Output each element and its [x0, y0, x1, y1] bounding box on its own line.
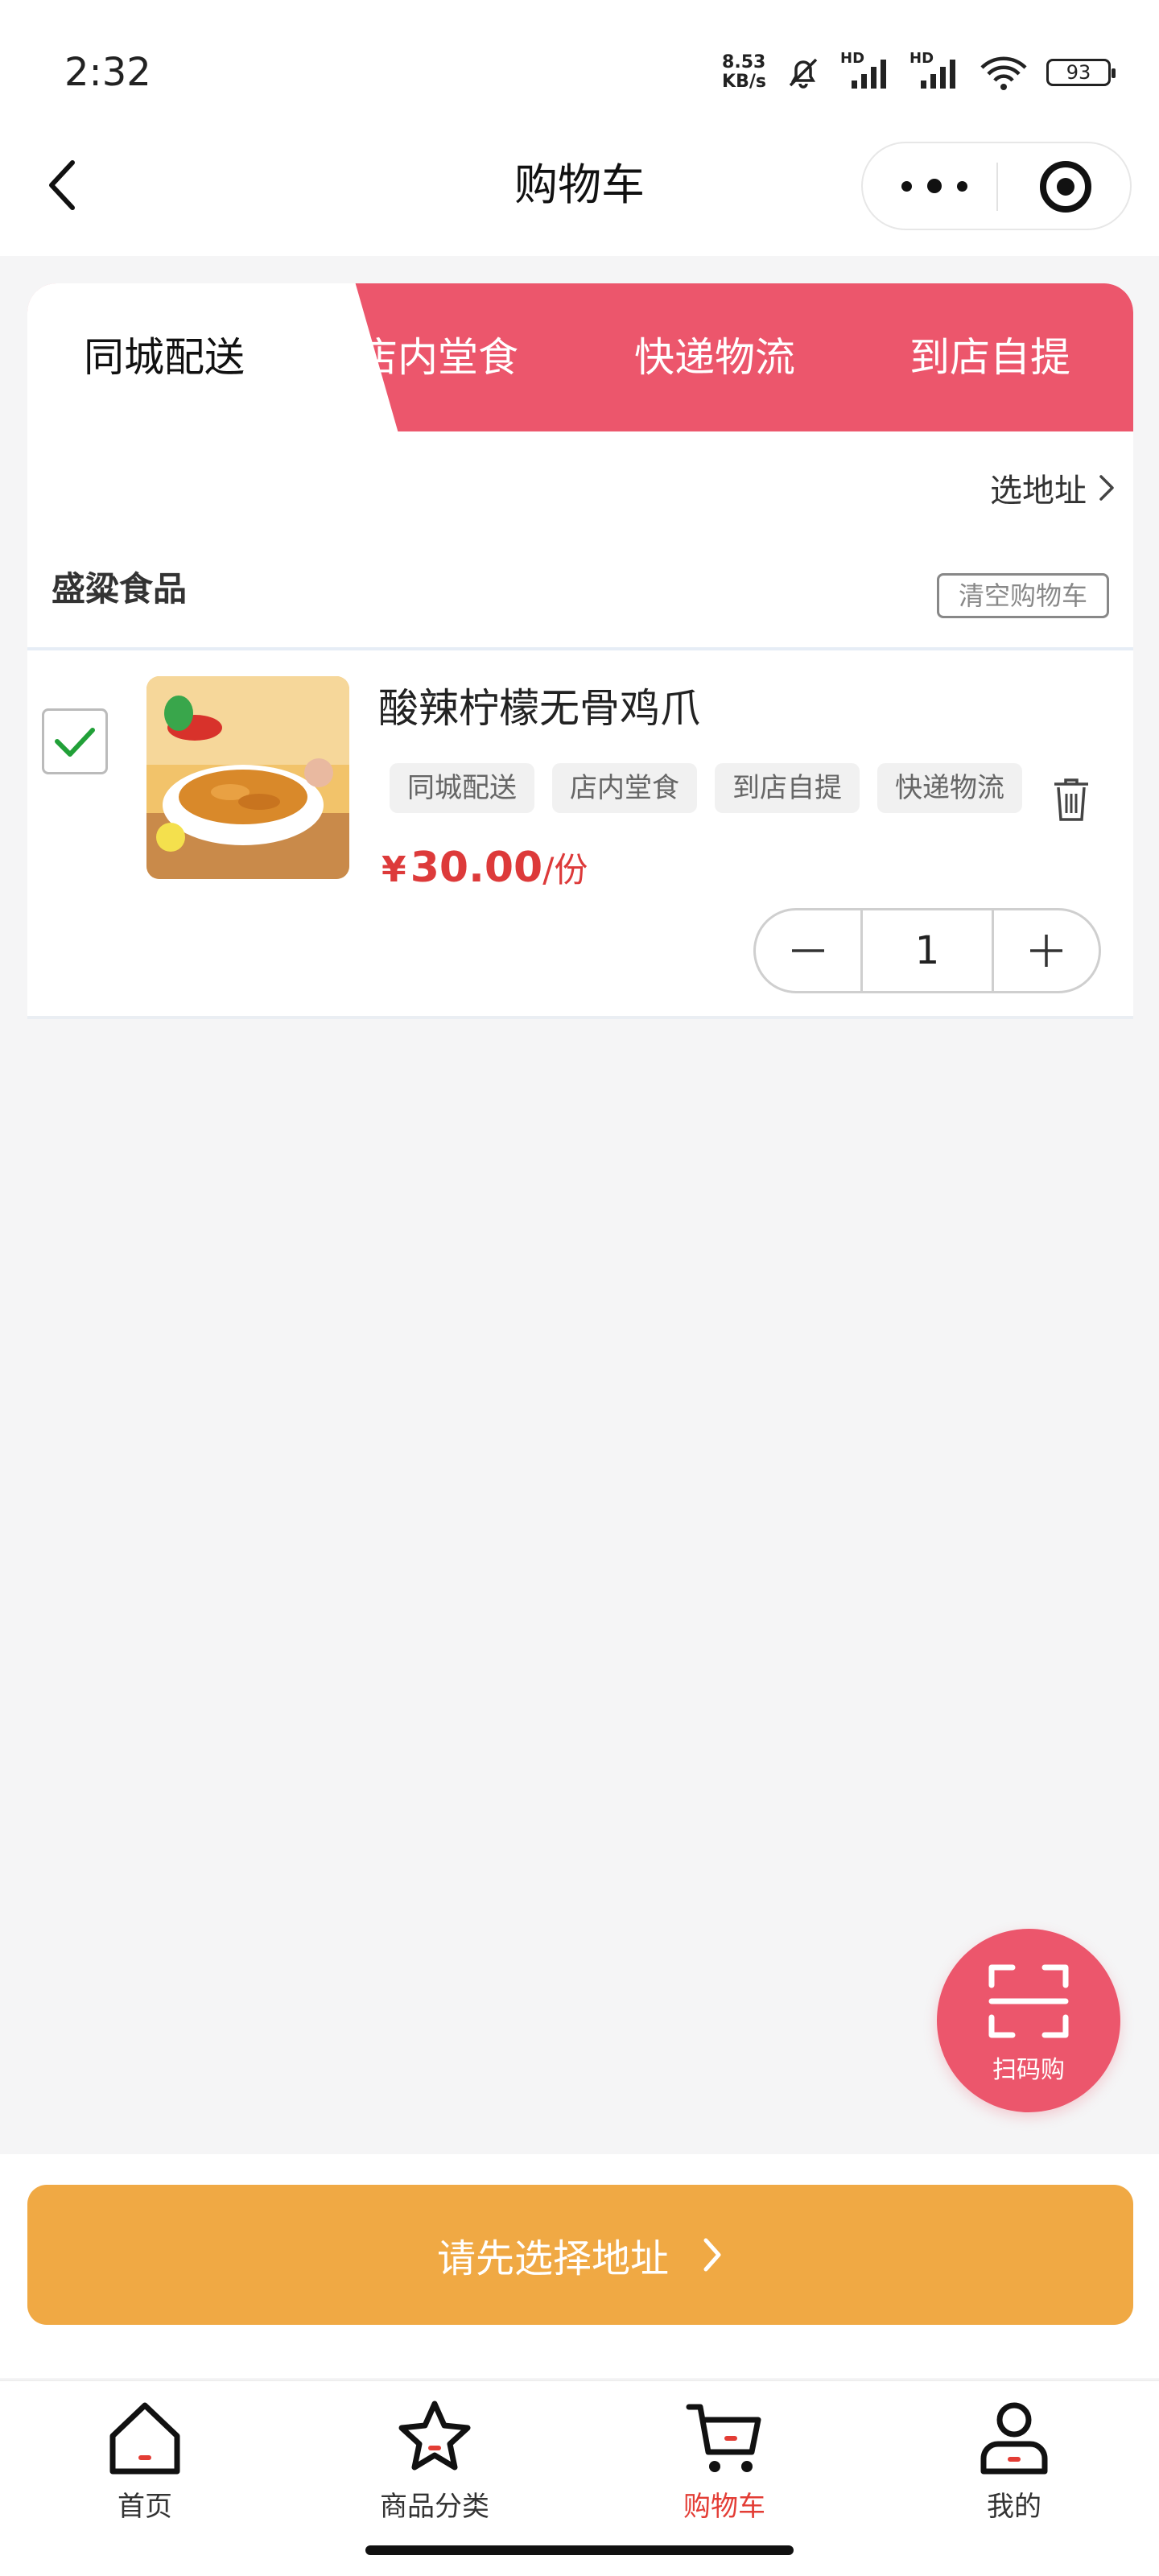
increase-button[interactable]: [994, 910, 1099, 991]
more-button[interactable]: [901, 167, 967, 204]
home-icon: [109, 2402, 180, 2475]
tabbar-label: 商品分类: [380, 2491, 489, 2523]
scan-to-buy-button[interactable]: 扫码购: [937, 1929, 1120, 2112]
clear-cart-button[interactable]: 清空购物车: [937, 573, 1109, 618]
tab-dine-in[interactable]: 店内堂食: [301, 325, 575, 390]
tab-express-shipping[interactable]: 快递物流: [578, 325, 852, 390]
tabbar-item-profile[interactable]: 我的: [918, 2396, 1111, 2557]
card-bottom-border: [27, 1016, 1133, 1019]
chevron-right-icon: [1099, 475, 1114, 501]
delete-item-button[interactable]: [1051, 776, 1091, 824]
plus-icon: [1030, 935, 1062, 967]
quantity-value[interactable]: 1: [860, 910, 994, 991]
divider: [27, 647, 1133, 650]
signal-hd-label: HD: [909, 50, 934, 67]
cart-card: 同城配送 店内堂食 快递物流 到店自提 选地址 盛粱食品 清空购物车 酸辣柠檬无…: [27, 283, 1133, 1019]
item-checkbox[interactable]: [42, 708, 108, 774]
more-dot: [927, 179, 942, 193]
minus-icon: [792, 949, 824, 952]
page-title: 购物车: [514, 159, 645, 210]
delivery-tag: 店内堂食: [552, 763, 697, 813]
chevron-left-icon: [49, 160, 75, 210]
select-address-first-label: 请先选择地址: [436, 2236, 669, 2281]
signal-icon-1: HD: [840, 50, 892, 92]
select-address-label: 选地址: [990, 473, 1087, 510]
product-image[interactable]: [146, 676, 349, 879]
checkmark-icon: [55, 728, 95, 757]
network-speed: 8.53 KB/s: [722, 53, 766, 92]
close-target-icon[interactable]: [1040, 161, 1091, 213]
star-icon: [398, 2401, 471, 2471]
quantity-stepper: 1: [753, 908, 1101, 993]
wifi-icon: [980, 56, 1027, 90]
status-icons: 8.53 KB/s HD HD 93: [722, 48, 1116, 97]
trash-icon: [1054, 778, 1088, 821]
more-dot: [901, 180, 912, 192]
signal-hd-label: HD: [840, 50, 865, 67]
delivery-tag: 到店自提: [715, 763, 860, 813]
mute-bell-icon: [789, 58, 818, 89]
checkout-bar: 请先选择地址: [0, 2154, 1159, 2378]
product-name: 酸辣柠檬无骨鸡爪: [378, 685, 700, 732]
scan-to-buy-label: 扫码购: [992, 2056, 1065, 2084]
delivery-tag: 同城配送: [390, 763, 534, 813]
network-speed-unit: KB/s: [722, 72, 766, 92]
tab-same-city-delivery[interactable]: 同城配送: [27, 325, 301, 390]
profile-icon: [980, 2402, 1048, 2475]
signal-icon-2: HD: [909, 50, 961, 92]
select-address-link[interactable]: 选地址: [990, 462, 1116, 514]
store-name: 盛粱食品: [52, 569, 188, 609]
price-unit: /份: [542, 850, 588, 890]
mini-program-capsule: [861, 142, 1132, 230]
tabbar-label: 购物车: [683, 2491, 765, 2523]
tabbar-item-home[interactable]: 首页: [48, 2396, 241, 2557]
scan-icon: [988, 1964, 1069, 2038]
back-button[interactable]: [40, 153, 89, 217]
tab-store-pickup[interactable]: 到店自提: [853, 325, 1127, 390]
decrease-button[interactable]: [756, 910, 860, 991]
tabbar-label: 我的: [987, 2491, 1041, 2523]
price-amount: 30.00: [410, 844, 543, 892]
tabbar-item-categories[interactable]: 商品分类: [338, 2396, 531, 2557]
chevron-right-icon: [703, 2238, 721, 2272]
item-price: ¥ 30.00/份: [382, 836, 588, 900]
home-indicator[interactable]: [365, 2545, 794, 2555]
tabbar-label: 首页: [118, 2491, 172, 2523]
top-bar: 2:32 8.53 KB/s HD HD 93 购物车: [0, 0, 1159, 256]
delivery-tags: 同城配送 店内堂食 到店自提 快递物流: [390, 763, 1022, 813]
currency-symbol: ¥: [382, 849, 406, 890]
network-speed-value: 8.53: [722, 52, 766, 72]
capsule-divider: [996, 163, 998, 211]
tabbar-item-cart[interactable]: 购物车: [628, 2396, 821, 2557]
status-time: 2:32: [64, 50, 151, 95]
product-photo: [146, 676, 349, 879]
battery-indicator: 93: [1046, 59, 1116, 86]
more-dot: [957, 180, 967, 192]
select-address-first-button[interactable]: 请先选择地址: [27, 2185, 1133, 2325]
cart-icon: [686, 2404, 761, 2472]
delivery-tag: 快递物流: [877, 763, 1022, 813]
